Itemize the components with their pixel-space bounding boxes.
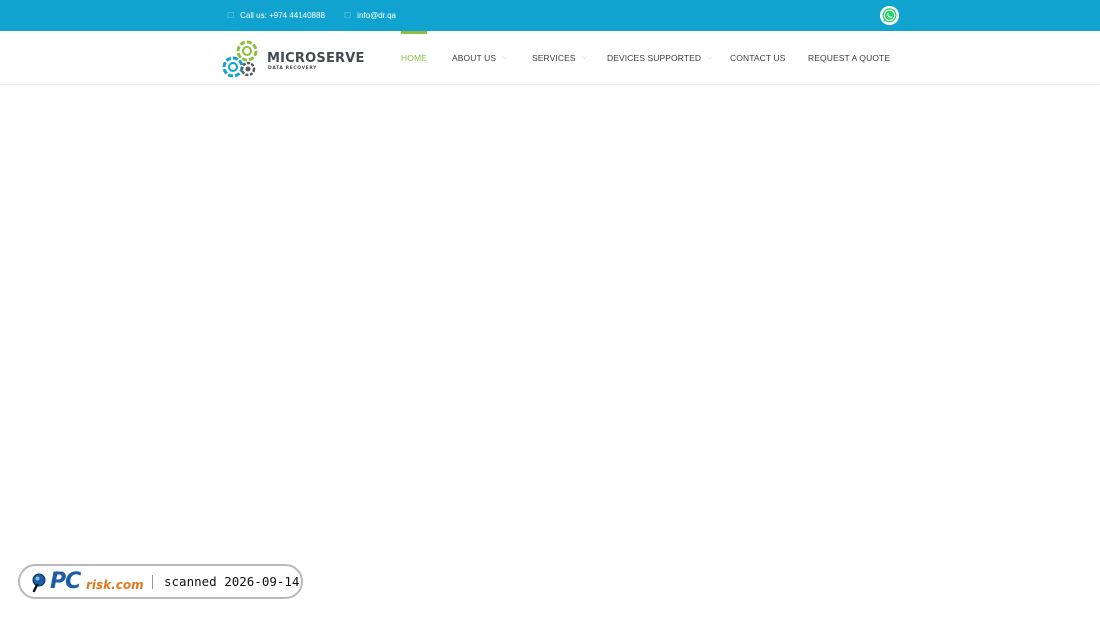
chevron-down-icon: ⌵ bbox=[502, 53, 508, 61]
nav-item-request-a-quote[interactable]: REQUEST A QUOTE bbox=[808, 31, 890, 84]
nav-item-contact-us[interactable]: CONTACT US bbox=[730, 31, 785, 84]
chevron-down-icon: ⌵ bbox=[581, 53, 588, 61]
email-label: info@dr.qa bbox=[357, 11, 396, 20]
nav-item-services[interactable]: SERVICES ⌵ bbox=[532, 31, 587, 84]
brand-name: MICROSERVE bbox=[267, 51, 365, 66]
nav-item-label: REQUEST A QUOTE bbox=[808, 52, 891, 63]
main-header: MICROSERVE DATA RECOVERY HOME ABOUT US ⌵… bbox=[0, 31, 1100, 85]
nav-item-label: HOME bbox=[401, 52, 427, 63]
logo-gears-icon bbox=[222, 40, 258, 78]
nav-item-label: ABOUT US bbox=[452, 52, 497, 63]
top-bar: ☐ Call us: +974 44140888 ☐ info@dr.qa bbox=[0, 0, 1100, 31]
phone-icon: ☐ bbox=[227, 11, 235, 20]
nav-item-label: CONTACT US bbox=[730, 52, 786, 63]
envelope-icon: ☐ bbox=[344, 11, 352, 20]
pcrisk-watermark: PC risk.com scanned 2026-09-14 bbox=[18, 564, 303, 599]
email-contact[interactable]: ☐ info@dr.qa bbox=[344, 0, 396, 31]
logo[interactable]: MICROSERVE DATA RECOVERY bbox=[222, 38, 364, 80]
phone-label: Call us: +974 44140888 bbox=[240, 11, 325, 20]
phone-contact[interactable]: ☐ Call us: +974 44140888 bbox=[227, 0, 325, 31]
chevron-down-icon: ⌵ bbox=[707, 53, 713, 61]
scan-date: scanned 2026-09-14 bbox=[164, 574, 300, 589]
pcrisk-logo-pc: PC bbox=[50, 569, 81, 594]
pcrisk-logo-risk: risk.com bbox=[86, 578, 144, 592]
nav-item-about-us[interactable]: ABOUT US ⌵ bbox=[452, 31, 508, 84]
nav-item-devices-supported[interactable]: DEVICES SUPPORTED ⌵ bbox=[607, 31, 713, 84]
whatsapp-icon[interactable] bbox=[880, 6, 899, 25]
brand-tagline: DATA RECOVERY bbox=[268, 66, 318, 71]
nav-item-label: DEVICES SUPPORTED bbox=[607, 52, 702, 63]
divider bbox=[152, 575, 153, 589]
nav-item-label: SERVICES bbox=[532, 52, 576, 63]
magnifier-icon bbox=[32, 573, 46, 593]
nav-item-home[interactable]: HOME bbox=[401, 31, 427, 84]
